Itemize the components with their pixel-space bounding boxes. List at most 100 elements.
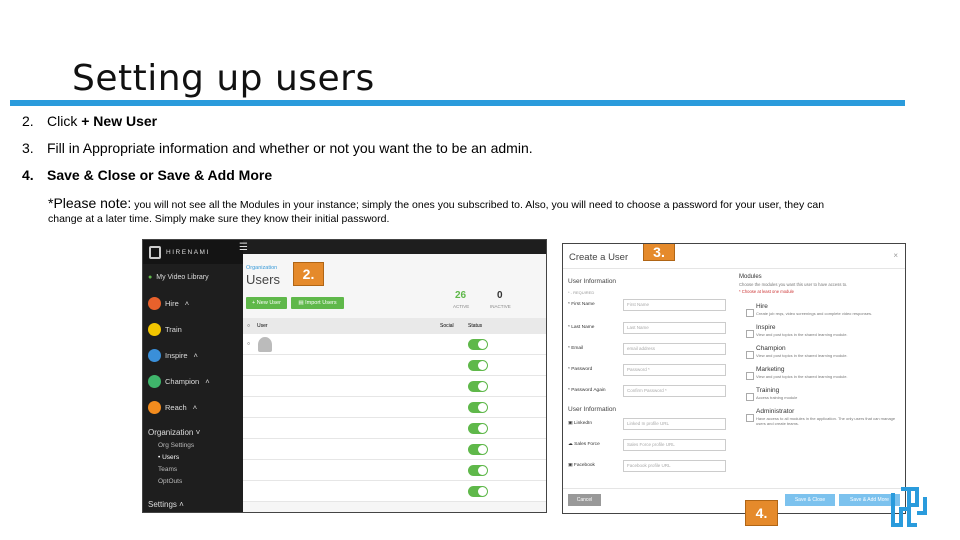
hamburger-menu-icon[interactable]: ☰: [239, 242, 248, 253]
module-checkbox[interactable]: [746, 372, 754, 380]
row-checkbox[interactable]: ○: [247, 341, 250, 347]
text-input[interactable]: email address: [623, 343, 726, 355]
table-row[interactable]: [243, 355, 546, 376]
users-page-screenshot: HIRENAMI ● My Video Library Hire ˄ Train In…: [142, 239, 547, 513]
table-row[interactable]: [243, 376, 546, 397]
sidebar-item-label: Hire: [165, 298, 179, 308]
slide-title: Setting up users: [72, 58, 375, 99]
import-users-button[interactable]: ▤ Import Users: [291, 297, 344, 309]
status-toggle[interactable]: [468, 402, 488, 413]
table-row[interactable]: [243, 418, 546, 439]
step-text: Save & Close or Save & Add More: [47, 167, 273, 183]
table-row[interactable]: [243, 397, 546, 418]
social-url-input[interactable]: Sales Force profile URL: [623, 439, 726, 451]
col-social[interactable]: Social: [440, 323, 454, 329]
table-row[interactable]: [243, 439, 546, 460]
table-row[interactable]: ○: [243, 334, 546, 355]
step-badge-3: 3.: [643, 244, 675, 261]
salesforce-icon: ☁: [568, 442, 573, 447]
chevron-up-icon: ˄: [205, 376, 210, 386]
sidebar-item-hire[interactable]: Hire ˄: [143, 290, 243, 316]
col-status[interactable]: Status: [468, 323, 482, 329]
sidebar-sub-users[interactable]: • Users: [143, 452, 243, 464]
module-description: View and post topics in the shared learn…: [756, 353, 848, 358]
module-checkbox[interactable]: [746, 351, 754, 359]
user-info-heading-2: User Information: [568, 406, 617, 413]
close-icon[interactable]: ×: [893, 251, 898, 260]
video-icon: ●: [148, 273, 153, 281]
status-toggle[interactable]: [468, 381, 488, 392]
module-checkbox[interactable]: [746, 414, 754, 422]
page-title: Users: [246, 272, 280, 287]
app-logo[interactable]: HIRENAMI: [143, 240, 243, 264]
modules-desc: Choose the modules you want this user to…: [739, 282, 848, 287]
table-row[interactable]: [243, 481, 546, 502]
text-input[interactable]: Password *: [623, 364, 726, 376]
module-checkbox[interactable]: [746, 309, 754, 317]
table-row[interactable]: [243, 460, 546, 481]
module-icon: [148, 348, 161, 362]
module-icon: [148, 322, 161, 336]
sidebar-item-library[interactable]: ● My Video Library: [143, 264, 243, 290]
step-number: 2.: [22, 113, 34, 129]
inactive-count: 0: [497, 290, 503, 301]
module-icon: [148, 296, 161, 310]
field-label: * First Name: [568, 302, 595, 307]
sidebar-item-inspire[interactable]: Inspire ˄: [143, 342, 243, 368]
module-name: Administrator: [756, 408, 795, 415]
step-text: Click + New User: [47, 108, 157, 135]
module-description: Access training module: [756, 395, 798, 400]
social-url-input[interactable]: Facebook profile URL: [623, 460, 726, 472]
active-label: ACTIVE: [453, 304, 470, 309]
step-3: 3. Fill in Appropriate information and w…: [22, 135, 922, 162]
social-label: ▣ Facebook: [568, 463, 595, 468]
sidebar-item-label: Champion: [165, 376, 200, 386]
status-toggle[interactable]: [468, 465, 488, 476]
step-4: 4. Save & Close or Save & Add More: [22, 162, 922, 189]
note-body: you will not see all the Modules in your…: [48, 199, 825, 225]
text-input[interactable]: Confirm Password *: [623, 385, 726, 397]
status-toggle[interactable]: [468, 444, 488, 455]
sidebar-item-label: Settings ˄: [148, 499, 184, 509]
required-note: * - REQUIRED: [568, 290, 595, 295]
sidebar-item-train[interactable]: Train: [143, 316, 243, 342]
status-toggle[interactable]: [468, 360, 488, 371]
chevron-up-icon: ˄: [193, 350, 198, 360]
module-icon: [148, 400, 161, 414]
sidebar-sub-optouts[interactable]: OptOuts: [143, 476, 243, 488]
users-main: Organization Users 2. + New User ▤ Impor…: [243, 254, 546, 512]
social-url-input[interactable]: Linked In profile URL: [623, 418, 726, 430]
breadcrumb[interactable]: Organization: [246, 265, 277, 271]
col-user[interactable]: User: [257, 323, 268, 329]
module-name: Champion: [756, 345, 786, 352]
new-user-button[interactable]: + New User: [246, 297, 287, 309]
module-checkbox[interactable]: [746, 393, 754, 401]
field-label: * Password Again: [568, 388, 606, 393]
module-name: Inspire: [756, 324, 776, 331]
module-description: Have access to all modules in the applic…: [756, 416, 896, 426]
sidebar-item-champion[interactable]: Champion ˄: [143, 368, 243, 394]
sidebar-sub-teams[interactable]: Teams: [143, 464, 243, 476]
title-rule: [10, 100, 905, 106]
sidebar-sub-label: Users: [162, 454, 180, 461]
sidebar-sub-org-settings[interactable]: Org Settings: [143, 440, 243, 452]
status-toggle[interactable]: [468, 339, 488, 350]
module-checkbox[interactable]: [746, 330, 754, 338]
cancel-button[interactable]: Cancel: [568, 494, 601, 506]
status-toggle[interactable]: [468, 486, 488, 497]
chevron-up-icon: ˄: [192, 402, 198, 412]
status-toggle[interactable]: [468, 423, 488, 434]
social-label-text: Sales Force: [574, 442, 600, 447]
sidebar-item-label: Organization ˅: [148, 427, 201, 437]
text-input[interactable]: First Name: [623, 299, 726, 311]
sidebar-item-reach[interactable]: Reach ˄: [143, 394, 243, 420]
user-info-heading: User Information: [568, 278, 617, 285]
step-badge-4: 4.: [745, 500, 778, 526]
select-all-checkbox[interactable]: ○: [247, 323, 250, 329]
sidebar-item-organization[interactable]: Organization ˅: [143, 424, 243, 440]
dialog-divider: [563, 268, 905, 269]
save-close-button[interactable]: Save & Close: [785, 494, 835, 506]
text-input[interactable]: Last Name: [623, 322, 726, 334]
active-count: 26: [455, 290, 467, 301]
sidebar-item-settings[interactable]: Settings ˄: [143, 494, 243, 512]
